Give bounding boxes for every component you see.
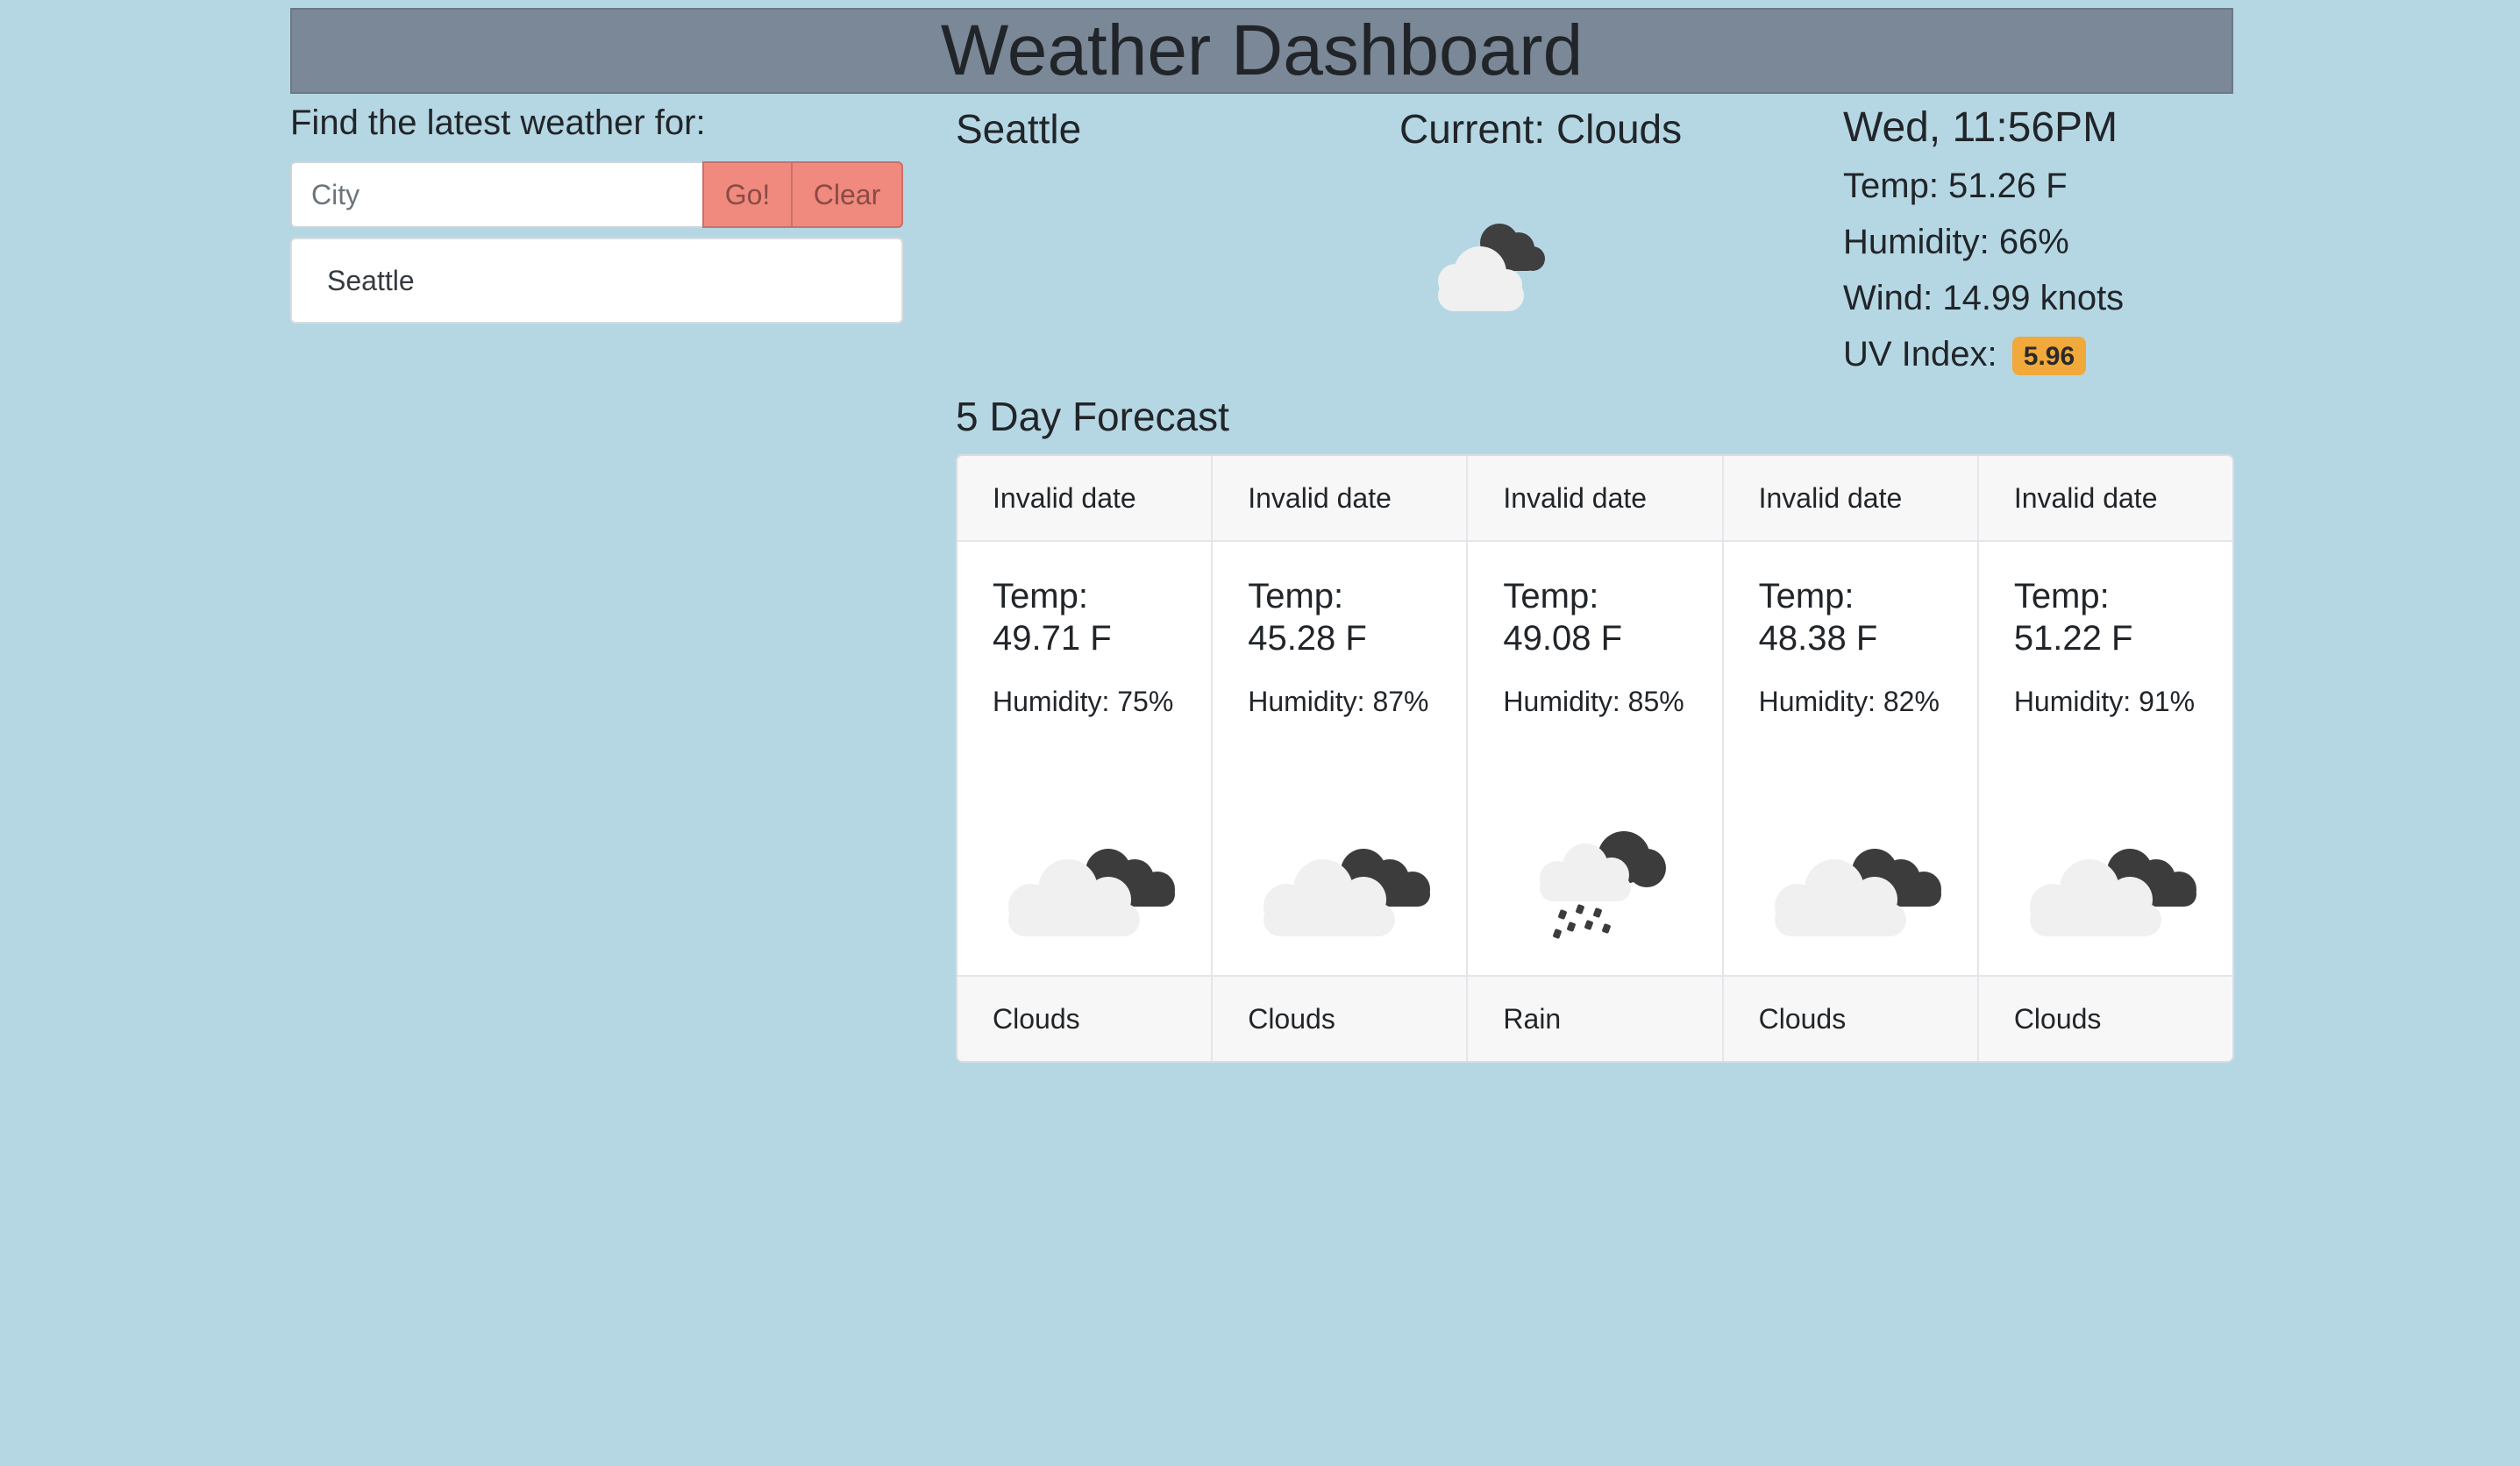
forecast-condition: Clouds (1978, 975, 2232, 1061)
forecast-condition: Clouds (957, 975, 1212, 1061)
forecast-card: Invalid date Temp: 45.28 F Humidity: 87%… (1213, 456, 1469, 1061)
clouds-icon (1264, 849, 1431, 936)
current-condition: Current: Clouds (1399, 106, 1683, 152)
forecast-humidity: Humidity: 91% (2013, 686, 2196, 717)
current-uv: UV Index: 5.96 (1843, 335, 2087, 376)
forecast-humidity: Humidity: 85% (1503, 686, 1684, 717)
forecast-body: Temp: 48.38 F Humidity: 82% (1724, 542, 1977, 975)
search-label: Find the latest weather for: (290, 103, 706, 142)
forecast-body: Temp: 51.22 F Humidity: 91% (1979, 542, 2232, 975)
uv-label: UV Index: (1843, 335, 1997, 374)
rain-icon (1540, 831, 1667, 939)
forecast-temp: 48.38 F (1758, 619, 1878, 658)
clouds-icon (1438, 224, 1545, 311)
forecast-card: Invalid date Temp: 51.22 F Humidity: 91%… (1978, 456, 2232, 1061)
current-wind: Wind: 14.99 knots (1843, 279, 2125, 317)
forecast-temp-label: Temp: (1503, 577, 1599, 616)
current-temp: Temp: 51.26 F (1843, 167, 2068, 205)
clouds-icon (1774, 849, 1941, 936)
current-city: Seattle (956, 106, 1082, 152)
forecast-temp-label: Temp: (2013, 577, 2110, 616)
forecast-title: 5 Day Forecast (956, 394, 1229, 439)
clear-button[interactable]: Clear (792, 161, 903, 228)
forecast-temp: 49.71 F (993, 619, 1112, 658)
forecast-body: Temp: 49.08 F Humidity: 85% (1468, 542, 1721, 975)
forecast-temp-label: Temp: (1248, 577, 1344, 616)
forecast-date: Invalid date (957, 456, 1212, 542)
clouds-icon (2029, 849, 2196, 936)
forecast-date: Invalid date (1978, 456, 2232, 542)
forecast-card: Invalid date Temp: 48.38 F Humidity: 82%… (1723, 456, 1979, 1061)
go-button[interactable]: Go! (702, 161, 792, 228)
forecast-date: Invalid date (1723, 456, 1977, 542)
forecast-temp: 49.08 F (1503, 619, 1623, 658)
forecast-humidity: Humidity: 75% (993, 686, 1174, 717)
page-title: Weather Dashboard (940, 11, 1584, 90)
forecast-date: Invalid date (1468, 456, 1722, 542)
current-humidity: Humidity: 66% (1843, 223, 2069, 261)
current-datetime: Wed, 11:56PM (1843, 104, 2118, 151)
page-header: Weather Dashboard (290, 8, 2233, 94)
forecast-humidity: Humidity: 87% (1248, 686, 1429, 717)
forecast-temp: 45.28 F (1248, 619, 1367, 658)
forecast-body: Temp: 45.28 F Humidity: 87% (1213, 542, 1466, 975)
search-history-list: Seattle (290, 238, 903, 324)
history-item-seattle[interactable]: Seattle (292, 239, 901, 322)
uv-badge: 5.96 (2011, 337, 2087, 376)
forecast-body: Temp: 49.71 F Humidity: 75% (957, 542, 1211, 975)
forecast-temp: 51.22 F (2013, 619, 2133, 658)
clouds-icon (1008, 849, 1175, 936)
forecast-date: Invalid date (1213, 456, 1467, 542)
forecast-condition: Clouds (1723, 975, 1977, 1061)
forecast-card: Invalid date Temp: 49.08 F Humidity: 85% (1468, 456, 1724, 1061)
forecast-condition: Rain (1468, 975, 1722, 1061)
search-bar: Go! Clear (290, 161, 903, 228)
city-search-input[interactable] (290, 161, 702, 228)
forecast-humidity: Humidity: 82% (1758, 686, 1940, 717)
forecast-temp-label: Temp: (993, 577, 1088, 616)
forecast-temp-label: Temp: (1758, 577, 1854, 616)
forecast-condition: Clouds (1213, 975, 1467, 1061)
forecast-card: Invalid date Temp: 49.71 F Humidity: 75%… (957, 456, 1214, 1061)
forecast-deck: Invalid date Temp: 49.71 F Humidity: 75%… (956, 454, 2234, 1063)
